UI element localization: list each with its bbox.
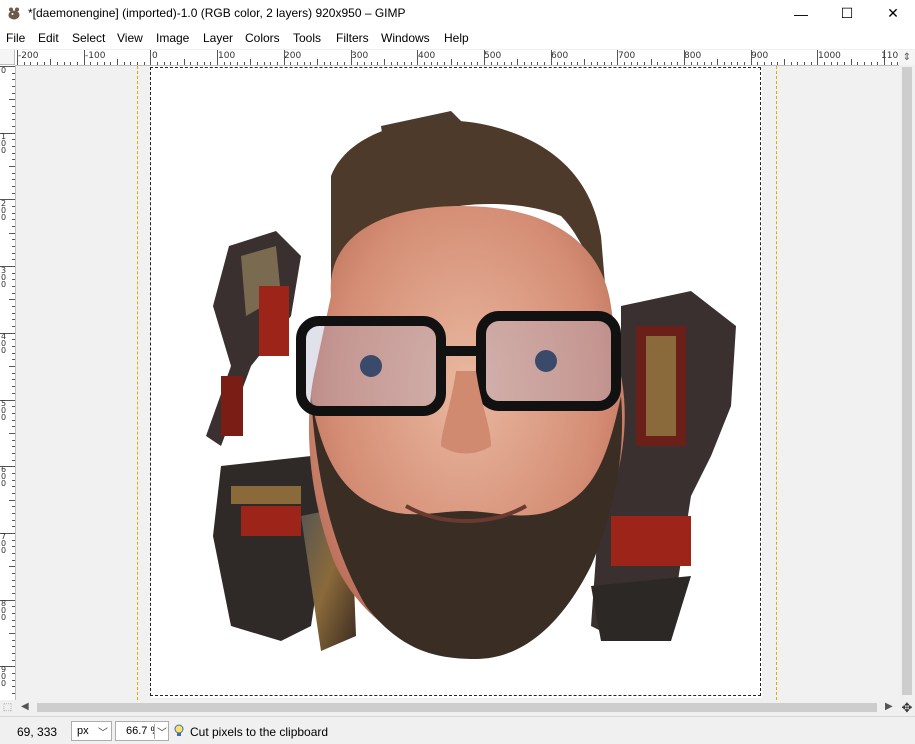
gimp-icon bbox=[8, 7, 20, 20]
maximize-icon: ☐ bbox=[840, 5, 854, 21]
quick-mask-toggle[interactable]: ⬚ bbox=[0, 700, 15, 715]
menu-view[interactable]: View bbox=[117, 31, 143, 45]
hruler-label: 1000 bbox=[818, 51, 841, 61]
hruler-label: 800 bbox=[684, 51, 702, 61]
close-icon: ✕ bbox=[887, 5, 899, 21]
unit-value: px bbox=[77, 725, 89, 737]
vruler-label: 100 bbox=[1, 132, 7, 155]
close-button[interactable]: ✕ bbox=[870, 0, 915, 27]
hruler-label: -200 bbox=[18, 51, 39, 61]
ruler-corner bbox=[0, 50, 15, 65]
hruler-label: 110 bbox=[881, 51, 899, 61]
menu-image[interactable]: Image bbox=[156, 31, 189, 45]
vruler-label: 800 bbox=[1, 599, 7, 622]
maximize-button[interactable]: ☐ bbox=[824, 0, 870, 27]
menu-help[interactable]: Help bbox=[444, 31, 469, 45]
menu-select[interactable]: Select bbox=[72, 31, 105, 45]
minimize-icon: — bbox=[794, 5, 808, 22]
vruler-label: 300 bbox=[1, 266, 7, 289]
menu-colors[interactable]: Colors bbox=[245, 31, 280, 45]
menu-edit[interactable]: Edit bbox=[38, 31, 59, 45]
minimize-button[interactable]: — bbox=[778, 0, 824, 27]
menu-bar: File Edit Select View Image Layer Colors… bbox=[0, 27, 915, 49]
scroll-right-arrow-icon[interactable]: ▶ bbox=[885, 701, 893, 712]
hruler-label: 400 bbox=[418, 51, 436, 61]
vruler-label: 0 bbox=[1, 66, 7, 75]
horizontal-ruler[interactable]: -200 -100 0 100 200 300 400 500 600 700 … bbox=[15, 50, 899, 66]
hruler-label: 900 bbox=[751, 51, 769, 61]
quick-mask-icon: ⬚ bbox=[2, 702, 13, 713]
hruler-label: 700 bbox=[618, 51, 636, 61]
menu-tools[interactable]: Tools bbox=[293, 31, 321, 45]
vruler-label: 600 bbox=[1, 465, 7, 488]
chevron-down-icon: ﹀ bbox=[154, 724, 167, 739]
vruler-label: 700 bbox=[1, 532, 7, 555]
hruler-label: 100 bbox=[218, 51, 236, 61]
selection-marquee bbox=[150, 67, 761, 696]
hruler-label: 600 bbox=[551, 51, 569, 61]
canvas-area[interactable] bbox=[16, 66, 899, 700]
status-message: Cut pixels to the clipboard bbox=[190, 725, 329, 739]
chevron-down-icon: ﹀ bbox=[98, 728, 108, 739]
horizontal-scroll-thumb[interactable] bbox=[37, 703, 877, 712]
hruler-label: 0 bbox=[152, 51, 158, 61]
canvas-boundary-guide-right bbox=[776, 66, 777, 700]
hruler-label: 500 bbox=[484, 51, 502, 61]
navigate-button[interactable]: ✥ bbox=[899, 700, 915, 715]
vertical-scrollbar[interactable] bbox=[899, 65, 915, 700]
window-title: *[daemonengine] (imported)-1.0 (RGB colo… bbox=[28, 6, 406, 20]
menu-layer[interactable]: Layer bbox=[203, 31, 233, 45]
hruler-label: 300 bbox=[351, 51, 369, 61]
vruler-label: 200 bbox=[1, 199, 7, 222]
scroll-left-arrow-icon[interactable]: ◀ bbox=[21, 701, 29, 712]
vruler-label: 400 bbox=[1, 332, 7, 355]
lightbulb-icon bbox=[174, 724, 184, 736]
vertical-ruler[interactable]: 0 100 200 300 400 500 600 700 800 900 bbox=[0, 65, 16, 700]
menu-filters[interactable]: Filters bbox=[336, 31, 369, 45]
navigate-move-icon: ✥ bbox=[901, 699, 913, 715]
menu-windows[interactable]: Windows bbox=[381, 31, 430, 45]
zoom-select[interactable]: 66.7 % ﹀ bbox=[115, 721, 169, 741]
menu-file[interactable]: File bbox=[6, 31, 25, 45]
status-bar: 69, 333 px ﹀ 66.7 % ﹀ Cut pixels to the … bbox=[0, 716, 915, 744]
pointer-coordinates: 69, 333 bbox=[17, 725, 58, 739]
vertical-scroll-thumb[interactable] bbox=[902, 67, 912, 695]
zoom-image-toggle[interactable]: ⇕ bbox=[899, 50, 915, 65]
unit-select[interactable]: px ﹀ bbox=[71, 721, 112, 741]
hruler-label: 200 bbox=[284, 51, 302, 61]
vruler-label: 500 bbox=[1, 399, 7, 422]
zoom-icon: ⇕ bbox=[902, 52, 912, 63]
horizontal-scrollbar[interactable]: ◀ ▶ bbox=[15, 700, 899, 715]
vruler-label: 900 bbox=[1, 665, 7, 688]
canvas-boundary-guide-left bbox=[137, 66, 138, 700]
title-bar: *[daemonengine] (imported)-1.0 (RGB colo… bbox=[0, 0, 915, 27]
hruler-label: -100 bbox=[85, 51, 106, 61]
